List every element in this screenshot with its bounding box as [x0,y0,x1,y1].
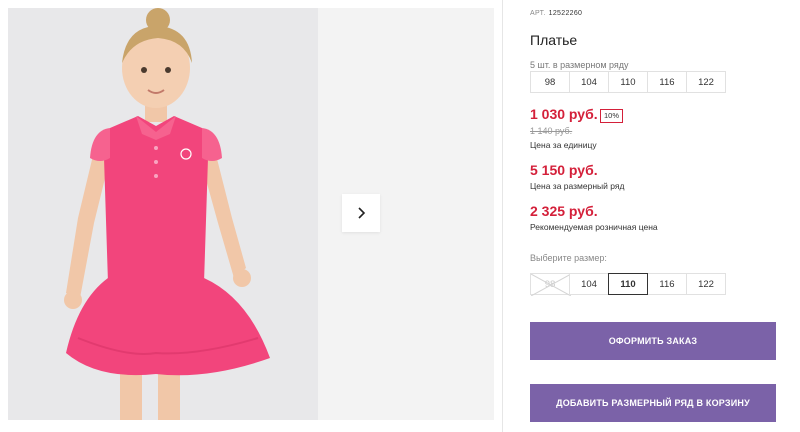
size-option-98: 98 [530,273,571,296]
size-option-104[interactable]: 104 [569,273,609,295]
unavailable-cross-icon [531,274,571,296]
place-order-button[interactable]: ОФОРМИТЬ ЗАКАЗ [530,322,776,360]
size-option-label: 116 [659,278,675,290]
article-number: АРТ. 12522260 [530,10,582,17]
unit-price-caption: Цена за единицу [530,140,597,150]
retail-price: 2 325 руб. [530,203,598,219]
size-set-item: 116 [647,71,687,93]
size-set-item: 110 [608,71,648,93]
unit-price: 1 030 руб. [530,106,598,122]
retail-price-caption: Рекомендуемая розничная цена [530,222,658,232]
article-code: 12522260 [548,10,583,17]
size-set-item: 122 [686,71,726,93]
product-photo[interactable] [8,8,318,420]
size-selector: 98 104 110 116 122 [530,273,726,296]
size-set-list: 98 104 110 116 122 [530,71,726,93]
set-price-caption: Цена за размерный ряд [530,181,625,191]
size-option-110[interactable]: 110 [608,273,648,295]
size-option-116[interactable]: 116 [647,273,687,295]
next-photo-button[interactable] [342,194,380,232]
size-option-122[interactable]: 122 [686,273,726,295]
discount-badge: 10% [600,109,624,123]
set-price: 5 150 руб. [530,162,598,178]
article-label: АРТ. [530,10,546,17]
product-photo-illustration [8,8,318,420]
old-price: 1 140 руб. [530,126,573,136]
add-size-set-to-cart-button[interactable]: ДОБАВИТЬ РАЗМЕРНЫЙ РЯД В КОРЗИНУ [530,384,776,422]
size-set-item: 98 [530,71,570,93]
product-gallery [0,0,503,432]
product-title: Платье [530,32,578,48]
size-set-item: 104 [569,71,609,93]
chevron-right-icon [358,207,366,219]
size-option-label: 104 [581,278,597,290]
size-option-label: 122 [698,278,714,290]
size-option-label: 110 [620,278,636,290]
choose-size-label: Выберите размер: [530,253,607,263]
set-caption: 5 шт. в размерном ряду [530,60,629,70]
